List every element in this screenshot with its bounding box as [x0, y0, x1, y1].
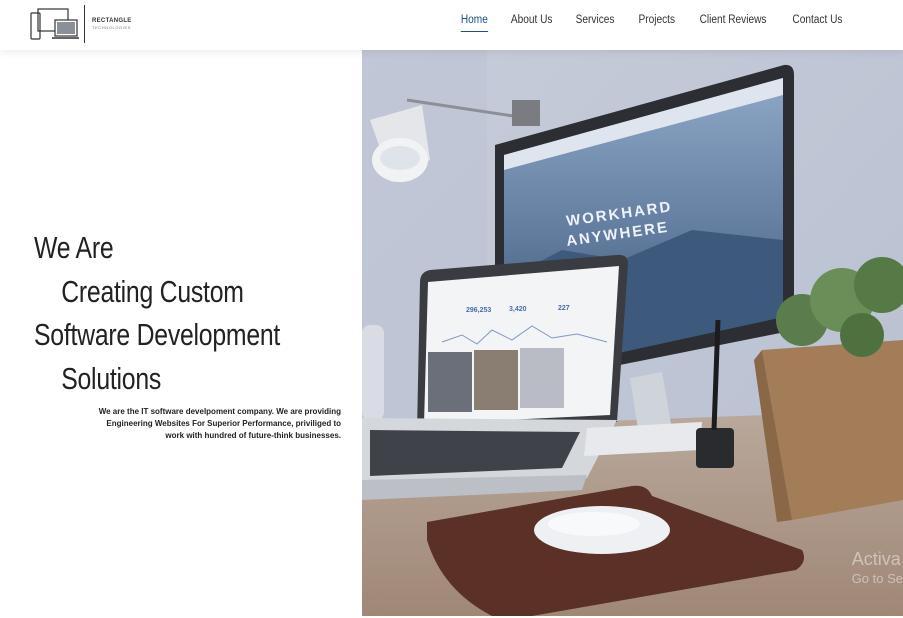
- hero-photo: WORKHARD ANYWHERE 296,253 3,420 227 Acti…: [362, 50, 903, 616]
- nav-services[interactable]: Services: [568, 12, 623, 28]
- laptop-stat-3: 227: [558, 305, 570, 312]
- main-nav: Home About Us Services Projects Client R…: [450, 12, 855, 32]
- devices-logo-icon: [30, 8, 79, 40]
- headline-line-3: Software Development: [34, 317, 281, 352]
- nav-home[interactable]: Home: [453, 12, 496, 32]
- headline-line-2: Creating Custom: [61, 273, 244, 309]
- nav-contact-us[interactable]: Contact Us: [785, 12, 851, 28]
- brand-subtitle: TECHNOLOGIES: [92, 25, 131, 30]
- hero-headline: We Are Creating Custom Software Developm…: [34, 226, 354, 400]
- hero-description: We are the IT software develpoment compa…: [98, 407, 341, 440]
- watermark-line-1: Activa: [851, 549, 901, 569]
- nav-about-us[interactable]: About Us: [503, 12, 560, 28]
- nav-projects[interactable]: Projects: [630, 12, 682, 28]
- nav-client-reviews[interactable]: Client Reviews: [692, 12, 775, 28]
- headline-line-4: Solutions: [61, 360, 162, 396]
- headline-line-1: We Are: [34, 230, 114, 265]
- brand-name: RECTANGLE: [92, 18, 132, 24]
- laptop-stat-1: 296,253: [466, 307, 491, 314]
- watermark-line-2: Go to Se: [851, 571, 903, 586]
- laptop-stat-2: 3,420: [509, 306, 527, 313]
- hero-text-block: We Are Creating Custom Software Developm…: [34, 226, 354, 440]
- activation-watermark: Activa Go to Se: [852, 548, 903, 588]
- logo-divider: [84, 5, 85, 43]
- site-header: RECTANGLE TECHNOLOGIES Home About Us Ser…: [0, 0, 903, 50]
- brand-logo[interactable]: RECTANGLE TECHNOLOGIES: [30, 5, 132, 43]
- workspace-illustration: WORKHARD ANYWHERE 296,253 3,420 227: [362, 50, 903, 616]
- brand-text: RECTANGLE TECHNOLOGIES: [92, 17, 132, 31]
